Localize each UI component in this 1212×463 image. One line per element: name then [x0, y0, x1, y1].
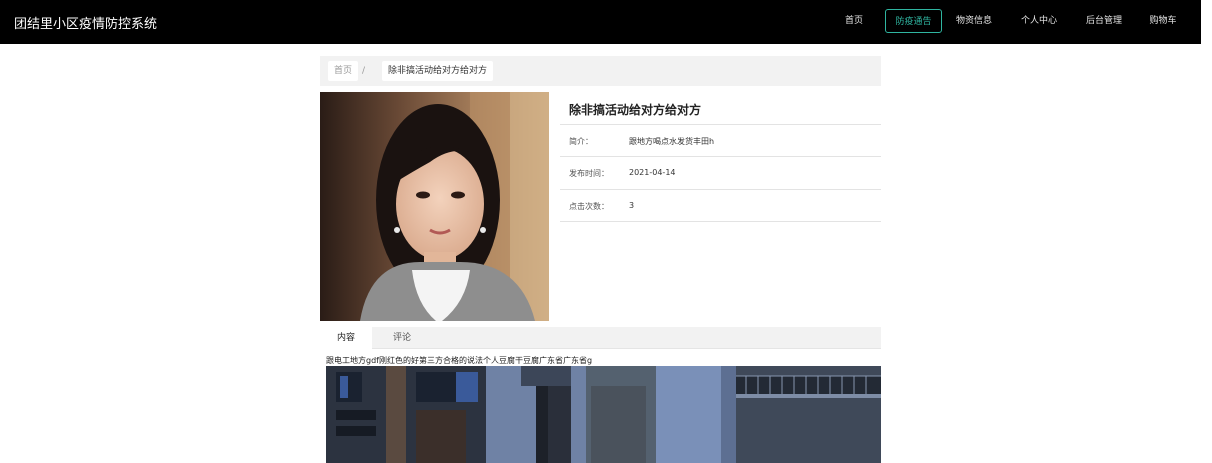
click-count-value: 3: [629, 201, 635, 210]
breadcrumb-home[interactable]: 首页: [328, 61, 359, 81]
divider: [560, 189, 881, 190]
divider: [560, 221, 881, 222]
nav-item-home[interactable]: 首页: [838, 9, 870, 33]
tab-content[interactable]: 内容: [320, 327, 372, 349]
divider: [560, 124, 881, 125]
publish-time-label: 发布时间：: [569, 169, 609, 178]
top-navbar: 团结里小区疫情防控系统 首页 防疫通告 物资信息 个人中心 后台管理 购物车: [0, 0, 1201, 44]
content-image: [326, 366, 881, 463]
notice-photo: [320, 92, 549, 321]
breadcrumb-current: 除非搞活动给对方给对方: [382, 61, 494, 81]
nav-item-notice[interactable]: 防疫通告: [885, 9, 942, 33]
nav-item-profile[interactable]: 个人中心: [1017, 9, 1061, 33]
building-image: [326, 366, 881, 463]
notice-title: 除非搞活动给对方给对方: [569, 103, 702, 117]
publish-time-value: 2021-04-14: [629, 168, 676, 177]
content-tabs: 内容 评论: [320, 327, 881, 349]
app-title: 团结里小区疫情防控系统: [14, 17, 158, 32]
content-text: 跟电工地方gdf刚红色的好第三方合格的说法个人豆腐干豆腐广东省广东省g: [326, 356, 593, 365]
tab-comments[interactable]: 评论: [372, 327, 432, 349]
divider: [560, 156, 881, 157]
summary-value: 跟地方喝点水发货丰田h: [629, 137, 715, 146]
breadcrumb-separator: /: [362, 66, 366, 76]
click-count-label: 点击次数：: [569, 202, 609, 211]
nav-item-cart[interactable]: 购物车: [1145, 9, 1181, 33]
breadcrumb: 首页 / 除非搞活动给对方给对方: [320, 56, 881, 86]
summary-label: 简介：: [569, 137, 593, 146]
nav-item-admin[interactable]: 后台管理: [1082, 9, 1126, 33]
nav-item-supplies[interactable]: 物资信息: [952, 9, 996, 33]
portrait-image: [320, 92, 549, 321]
